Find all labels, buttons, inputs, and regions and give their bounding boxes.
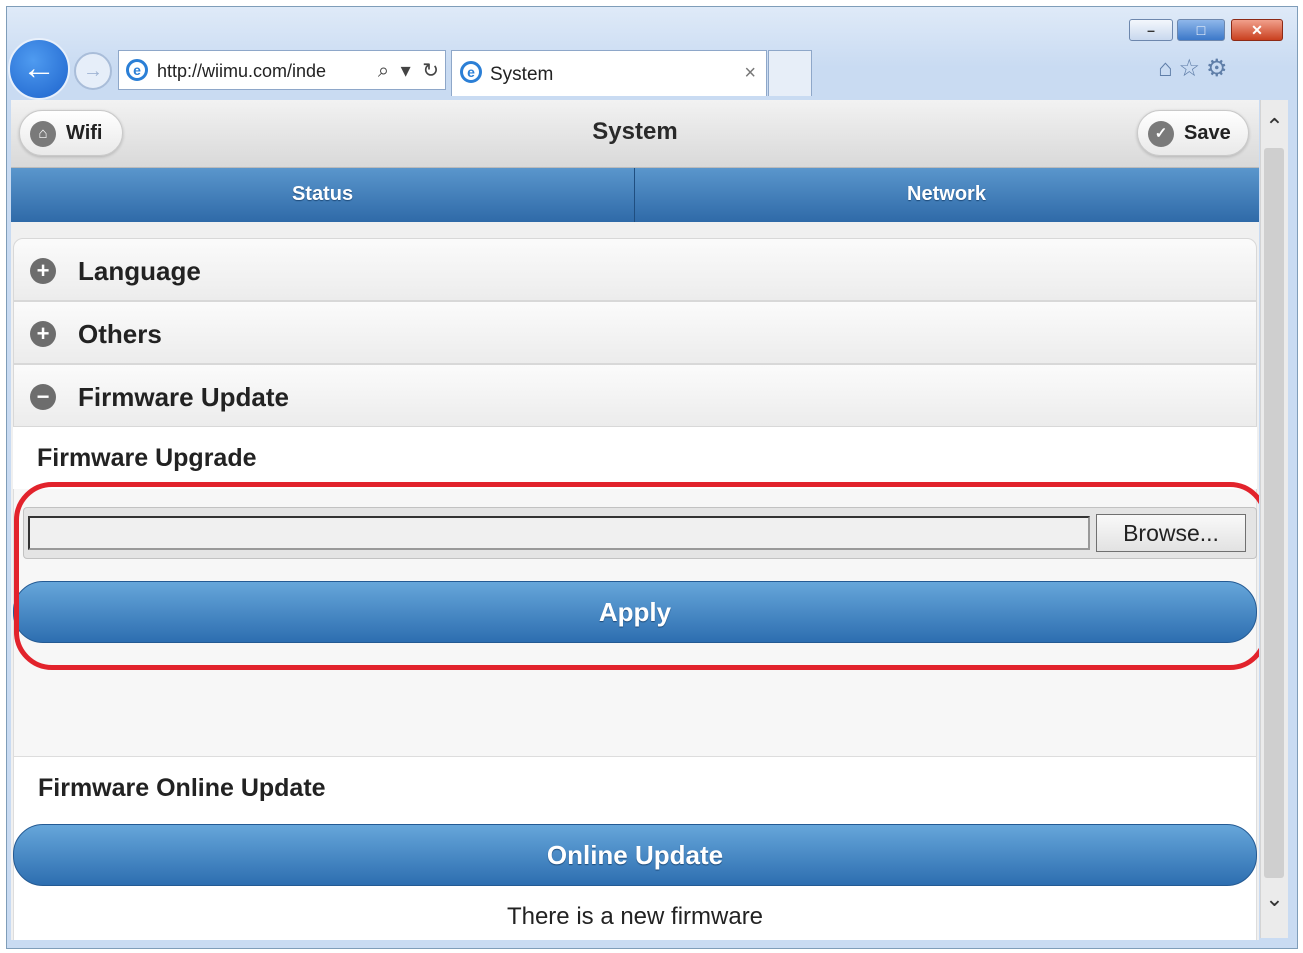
address-bar[interactable]: e http://wiimu.com/inde ⌕ ▾ ↻ [118,50,446,90]
scrollbar-thumb[interactable] [1264,148,1284,878]
save-button-label: Save [1184,122,1231,144]
forward-button[interactable]: → [74,52,112,90]
app-header: ⌂ Wifi System ✓ Save [11,100,1259,168]
dropdown-icon[interactable]: ▾ [401,60,411,82]
ie-logo-icon: e [460,61,482,83]
address-text[interactable]: http://wiimu.com/inde [157,61,357,82]
page-viewport: ⌂ Wifi System ✓ Save Status Network + La… [11,100,1259,940]
section-language[interactable]: + Language [13,238,1257,301]
firmware-online-update-title: Firmware Online Update [38,774,326,802]
browser-tab[interactable]: e System × [451,50,767,96]
highlight-annotation [14,482,1259,670]
online-update-button[interactable]: Online Update [13,824,1257,886]
plus-icon: + [30,258,56,284]
tab-status[interactable]: Status [11,168,635,222]
minimize-button[interactable]: – [1129,19,1173,41]
plus-icon: + [30,321,56,347]
tab-title: System [490,64,554,85]
tab-close-icon[interactable]: × [744,62,756,85]
tab-network[interactable]: Network [635,168,1258,222]
firmware-upgrade-title: Firmware Upgrade [37,444,257,472]
save-button[interactable]: ✓ Save [1137,110,1249,156]
page-title: System [592,118,678,145]
section-firmware-update[interactable]: − Firmware Update [13,364,1257,427]
chevron-up-icon[interactable]: ⌃ [1261,114,1288,144]
refresh-icon[interactable]: ↻ [422,60,439,82]
home-icon[interactable]: ⌂ [1158,55,1179,82]
section-others[interactable]: + Others [13,301,1257,364]
ie-logo-icon: e [126,59,148,81]
section-label: Others [78,319,162,349]
check-icon: ✓ [1148,121,1174,147]
firmware-notice: There is a new firmware [506,903,764,930]
section-label: Language [78,256,201,286]
search-icon[interactable]: ⌕ [378,60,389,82]
arrow-left-icon: ← [22,49,56,87]
firmware-upgrade-header: Firmware Upgrade [13,427,1257,489]
minus-icon: − [30,384,56,410]
gear-icon[interactable]: ⚙ [1206,55,1234,82]
arrow-right-icon: → [83,60,103,82]
scrollbar[interactable]: ⌃ ⌄ [1260,100,1288,938]
nav-bar: Status Network [11,168,1259,222]
maximize-button[interactable]: □ [1177,19,1225,41]
close-window-button[interactable]: ✕ [1231,19,1283,41]
chevron-down-icon[interactable]: ⌄ [1261,886,1288,916]
section-label: Firmware Update [78,382,289,412]
new-tab-button[interactable] [768,50,812,96]
back-button[interactable]: ← [8,38,70,100]
favorites-star-icon[interactable]: ☆ [1179,55,1207,82]
